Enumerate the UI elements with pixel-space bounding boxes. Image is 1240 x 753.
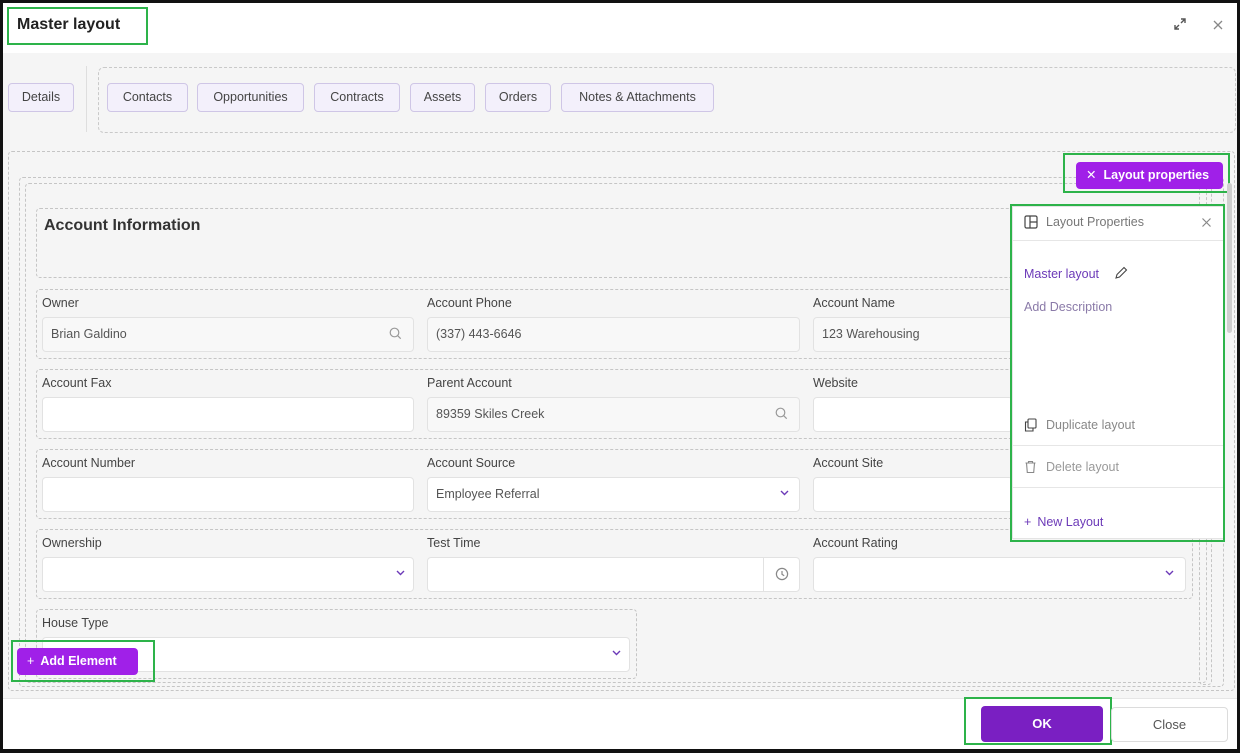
highlight-box-ok — [964, 697, 1112, 745]
account-number-label: Account Number — [42, 456, 136, 470]
account-name-value: 123 Warehousing — [822, 327, 920, 341]
ownership-label: Ownership — [42, 536, 102, 550]
account-phone-label: Account Phone — [427, 296, 512, 310]
website-label: Website — [813, 376, 858, 390]
tab-notes-attachments[interactable]: Notes & Attachments — [561, 83, 714, 112]
close-button[interactable]: Close — [1111, 707, 1228, 742]
account-fax-label: Account Fax — [42, 376, 112, 390]
close-icon[interactable] — [1209, 17, 1227, 35]
account-rating-select[interactable] — [813, 557, 1186, 592]
dialog-header: Master layout — [3, 3, 1237, 53]
chevron-down-icon[interactable] — [395, 567, 406, 581]
parent-account-value: 89359 Skiles Creek — [436, 407, 545, 421]
house-type-label: House Type — [42, 616, 109, 630]
search-icon[interactable] — [389, 327, 402, 343]
account-rating-label: Account Rating — [813, 536, 898, 550]
highlight-box-add-element — [11, 640, 155, 682]
tab-assets[interactable]: Assets — [410, 83, 475, 112]
chevron-down-icon[interactable] — [1164, 567, 1175, 581]
section-title: Account Information — [44, 217, 201, 234]
search-icon[interactable] — [775, 407, 788, 423]
test-time-field[interactable] — [427, 557, 800, 592]
highlight-box-title — [7, 7, 148, 45]
time-field-divider — [763, 558, 764, 591]
account-name-label: Account Name — [813, 296, 895, 310]
tab-orders[interactable]: Orders — [485, 83, 551, 112]
account-name-field[interactable]: 123 Warehousing — [813, 317, 1013, 352]
owner-label: Owner — [42, 296, 79, 310]
test-time-label: Test Time — [427, 536, 481, 550]
account-source-value: Employee Referral — [436, 487, 540, 501]
account-phone-field[interactable]: (337) 443-6646 — [427, 317, 800, 352]
tab-details[interactable]: Details — [8, 83, 74, 112]
highlight-box-panel — [1010, 204, 1225, 542]
account-site-field[interactable] — [813, 477, 1013, 512]
tab-contacts[interactable]: Contacts — [107, 83, 188, 112]
parent-account-field[interactable]: 89359 Skiles Creek — [427, 397, 800, 432]
account-fax-field[interactable] — [42, 397, 414, 432]
tab-contracts[interactable]: Contracts — [314, 83, 400, 112]
scrollbar[interactable] — [1227, 183, 1232, 333]
account-source-label: Account Source — [427, 456, 516, 470]
highlight-box-layout-properties — [1063, 153, 1230, 193]
chevron-down-icon[interactable] — [611, 647, 622, 661]
account-number-field[interactable] — [42, 477, 414, 512]
expand-icon[interactable] — [1171, 17, 1189, 35]
ownership-select[interactable] — [42, 557, 414, 592]
clock-icon[interactable] — [775, 567, 789, 584]
owner-field[interactable]: Brian Galdino — [42, 317, 414, 352]
chevron-down-icon[interactable] — [779, 487, 790, 501]
account-site-label: Account Site — [813, 456, 884, 470]
account-phone-value: (337) 443-6646 — [436, 327, 522, 341]
modal-dialog: Master layout Details Contacts Opportuni… — [0, 0, 1240, 753]
account-source-select[interactable]: Employee Referral — [427, 477, 800, 512]
tabs-divider — [86, 66, 87, 132]
website-field[interactable] — [813, 397, 1013, 432]
tab-opportunities[interactable]: Opportunities — [197, 83, 304, 112]
owner-value: Brian Galdino — [51, 327, 127, 341]
parent-account-label: Parent Account — [427, 376, 512, 390]
